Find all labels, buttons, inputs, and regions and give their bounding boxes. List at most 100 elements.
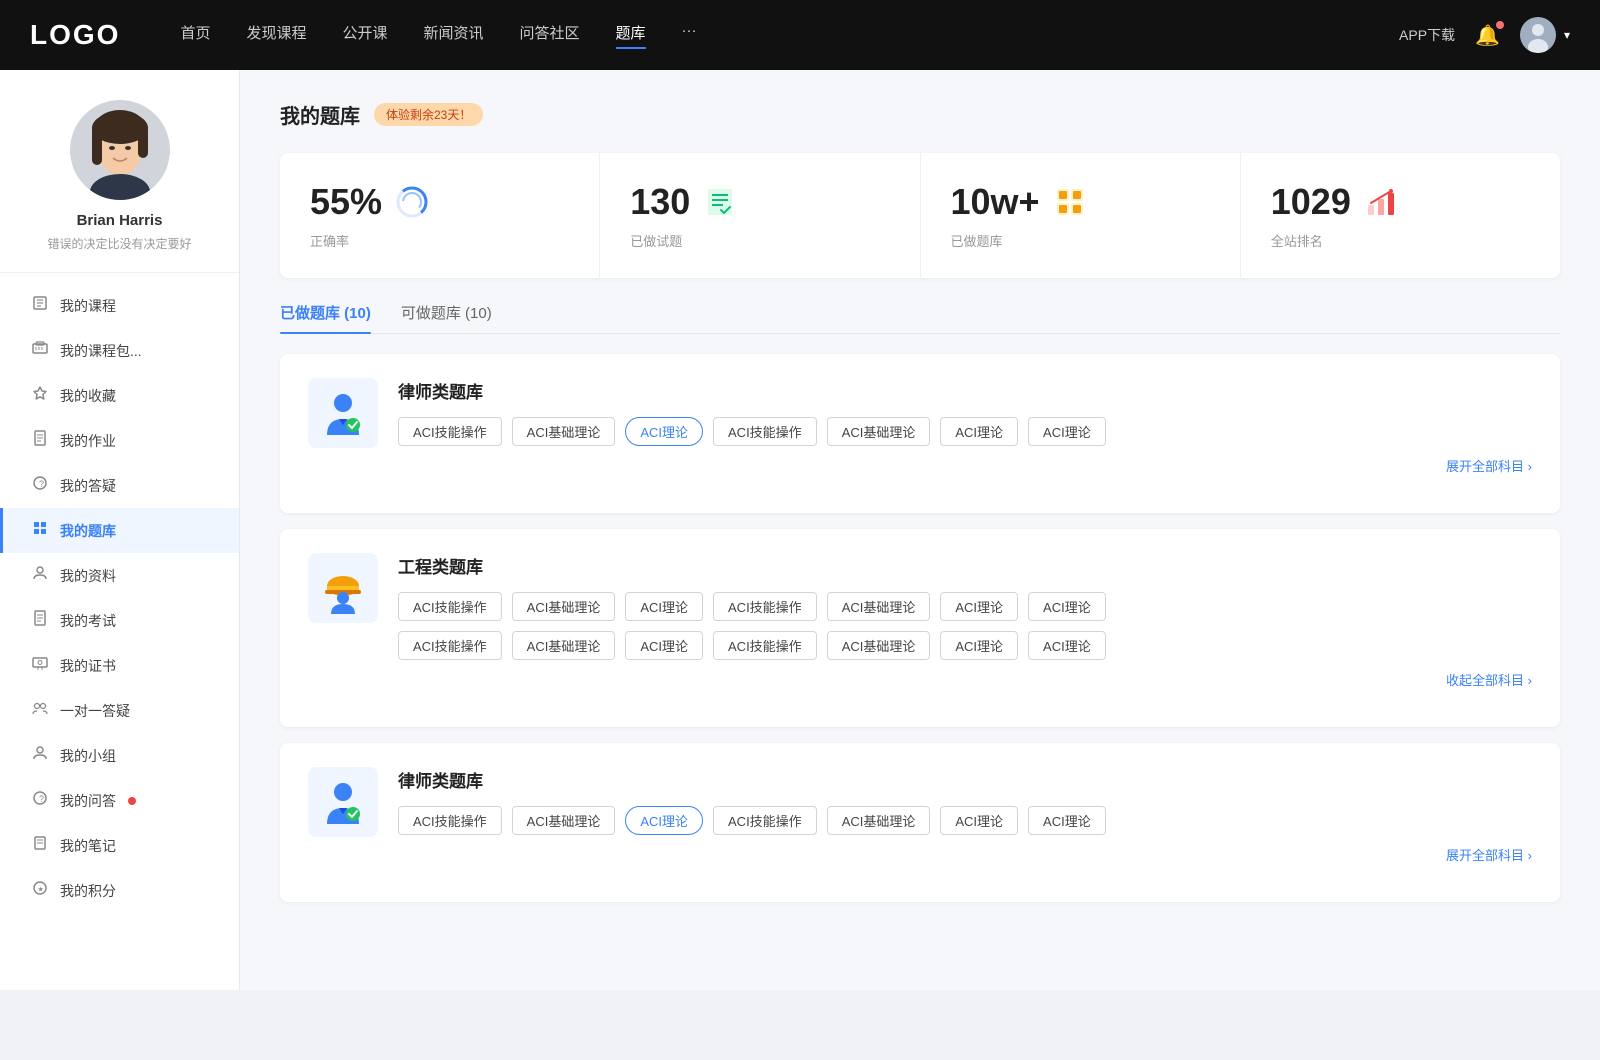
bank-tags-engineer-row2: ACI技能操作 ACI基础理论 ACI理论 ACI技能操作 ACI基础理论 AC… — [398, 631, 1532, 660]
bank-icon-lawyer-1 — [308, 378, 378, 448]
sidebar-label-my-qa: 我的问答 — [60, 791, 116, 811]
points-icon: ★ — [30, 880, 50, 901]
lawyer-icon-2-svg — [317, 776, 369, 828]
nav-home[interactable]: 首页 — [180, 22, 210, 49]
sidebar-label-certificate: 我的证书 — [60, 656, 116, 676]
stat-rank-label: 全站排名 — [1271, 231, 1530, 250]
expand-link-engineer[interactable]: 收起全部科目 › — [398, 670, 1532, 689]
sidebar-item-course-package[interactable]: 我的课程包... — [0, 328, 239, 373]
stat-rank: 1029 全站排名 — [1241, 153, 1560, 278]
my-courses-icon — [30, 295, 50, 316]
lawyer-icon-svg — [317, 387, 369, 439]
stat-done-questions: 130 已做试题 — [600, 153, 920, 278]
logo: LOGO — [30, 19, 120, 51]
tag-eng-2-2[interactable]: ACI理论 — [625, 631, 703, 660]
tag-eng-2-4[interactable]: ACI基础理论 — [827, 631, 931, 660]
tag-lawyer-2-6[interactable]: ACI理论 — [1028, 806, 1106, 835]
nav-more[interactable]: ··· — [682, 22, 697, 49]
tag-lawyer-2-0[interactable]: ACI技能操作 — [398, 806, 502, 835]
profile-icon — [30, 565, 50, 586]
tag-eng-2-1[interactable]: ACI基础理论 — [512, 631, 616, 660]
sidebar-item-my-qa[interactable]: ? 我的问答 — [0, 778, 239, 823]
sidebar-item-certificate[interactable]: 我的证书 — [0, 643, 239, 688]
tag-lawyer-1-0[interactable]: ACI技能操作 — [398, 417, 502, 446]
profile-name: Brian Harris — [77, 212, 163, 229]
sidebar-label-course-package: 我的课程包... — [60, 341, 142, 361]
tag-eng-1-5[interactable]: ACI理论 — [940, 592, 1018, 621]
tag-lawyer-1-2[interactable]: ACI理论 — [625, 417, 703, 446]
page-title: 我的题库 — [280, 100, 360, 129]
sidebar-item-profile[interactable]: 我的资料 — [0, 553, 239, 598]
qa-icon: ? — [30, 475, 50, 496]
sidebar-label-profile: 我的资料 — [60, 566, 116, 586]
sidebar: Brian Harris 错误的决定比没有决定要好 我的课程 我的课程包... — [0, 70, 240, 990]
my-qa-badge — [128, 797, 136, 805]
tab-available-banks[interactable]: 可做题库 (10) — [401, 302, 492, 333]
avatar-svg — [1520, 17, 1556, 53]
stat-done-banks-label: 已做题库 — [951, 231, 1210, 250]
tag-eng-2-6[interactable]: ACI理论 — [1028, 631, 1106, 660]
navbar-right: APP下载 🔔 ▾ — [1399, 17, 1570, 53]
tag-lawyer-2-5[interactable]: ACI理论 — [940, 806, 1018, 835]
tag-lawyer-2-1[interactable]: ACI基础理论 — [512, 806, 616, 835]
sidebar-label-group: 我的小组 — [60, 746, 116, 766]
tag-lawyer-1-5[interactable]: ACI理论 — [940, 417, 1018, 446]
sidebar-item-one-on-one[interactable]: 一对一答疑 — [0, 688, 239, 733]
tag-lawyer-2-3[interactable]: ACI技能操作 — [713, 806, 817, 835]
nav-qa[interactable]: 问答社区 — [520, 22, 580, 49]
nav-courses[interactable]: 发现课程 — [246, 22, 306, 49]
sidebar-item-qa[interactable]: ? 我的答疑 — [0, 463, 239, 508]
profile-section: Brian Harris 错误的决定比没有决定要好 — [0, 100, 239, 273]
tag-eng-1-6[interactable]: ACI理论 — [1028, 592, 1106, 621]
bank-title-lawyer-2: 律师类题库 — [398, 767, 1532, 792]
sidebar-label-favorites: 我的收藏 — [60, 386, 116, 406]
exam-icon — [30, 610, 50, 631]
navbar: LOGO 首页 发现课程 公开课 新闻资讯 问答社区 题库 ··· APP下载 … — [0, 0, 1600, 70]
notification-bell[interactable]: 🔔 — [1475, 23, 1500, 48]
tag-eng-1-2[interactable]: ACI理论 — [625, 592, 703, 621]
tag-lawyer-1-1[interactable]: ACI基础理论 — [512, 417, 616, 446]
sidebar-label-one-on-one: 一对一答疑 — [60, 701, 130, 721]
tag-eng-2-5[interactable]: ACI理论 — [940, 631, 1018, 660]
tag-eng-1-0[interactable]: ACI技能操作 — [398, 592, 502, 621]
expand-link-lawyer-1[interactable]: 展开全部科目 › — [398, 456, 1532, 475]
sidebar-item-notes[interactable]: 我的笔记 — [0, 823, 239, 868]
sidebar-item-my-courses[interactable]: 我的课程 — [0, 283, 239, 328]
sidebar-item-exam[interactable]: 我的考试 — [0, 598, 239, 643]
app-download-button[interactable]: APP下载 — [1399, 25, 1455, 45]
tab-done-banks[interactable]: 已做题库 (10) — [280, 302, 371, 333]
tag-lawyer-2-2[interactable]: ACI理论 — [625, 806, 703, 835]
bank-icon-lawyer-2 — [308, 767, 378, 837]
nav-open-courses[interactable]: 公开课 — [342, 22, 387, 49]
nav-bank[interactable]: 题库 — [616, 22, 646, 49]
bank-icon-engineer — [308, 553, 378, 623]
sidebar-item-bank[interactable]: 我的题库 — [0, 508, 239, 553]
main-content: 我的题库 体验剩余23天！ 55% 正确率 — [240, 70, 1600, 990]
tag-eng-1-4[interactable]: ACI基础理论 — [827, 592, 931, 621]
profile-avatar-svg — [70, 100, 170, 200]
tag-eng-2-0[interactable]: ACI技能操作 — [398, 631, 502, 660]
stat-done-banks-value: 10w+ — [951, 181, 1040, 223]
sidebar-item-points[interactable]: ★ 我的积分 — [0, 868, 239, 913]
user-avatar-button[interactable]: ▾ — [1520, 17, 1570, 53]
bank-card-lawyer-1: 律师类题库 ACI技能操作 ACI基础理论 ACI理论 ACI技能操作 ACI基… — [280, 354, 1560, 513]
nav-news[interactable]: 新闻资讯 — [424, 22, 484, 49]
expand-link-lawyer-2[interactable]: 展开全部科目 › — [398, 845, 1532, 864]
sidebar-item-homework[interactable]: 我的作业 — [0, 418, 239, 463]
tag-lawyer-1-6[interactable]: ACI理论 — [1028, 417, 1106, 446]
sidebar-item-favorites[interactable]: 我的收藏 — [0, 373, 239, 418]
tag-eng-2-3[interactable]: ACI技能操作 — [713, 631, 817, 660]
tag-eng-1-3[interactable]: ACI技能操作 — [713, 592, 817, 621]
sidebar-label-homework: 我的作业 — [60, 431, 116, 451]
tag-lawyer-2-4[interactable]: ACI基础理论 — [827, 806, 931, 835]
bank-card-lawyer-2-header: 律师类题库 ACI技能操作 ACI基础理论 ACI理论 ACI技能操作 ACI基… — [308, 767, 1532, 864]
tabs-row: 已做题库 (10) 可做题库 (10) — [280, 302, 1560, 334]
tag-eng-1-1[interactable]: ACI基础理论 — [512, 592, 616, 621]
stat-done-questions-top: 130 — [630, 181, 889, 223]
tag-lawyer-1-3[interactable]: ACI技能操作 — [713, 417, 817, 446]
tag-lawyer-1-4[interactable]: ACI基础理论 — [827, 417, 931, 446]
stat-accuracy-label: 正确率 — [310, 231, 569, 250]
stat-done-questions-value: 130 — [630, 181, 690, 223]
sidebar-item-group[interactable]: 我的小组 — [0, 733, 239, 778]
stat-rank-value: 1029 — [1271, 181, 1351, 223]
